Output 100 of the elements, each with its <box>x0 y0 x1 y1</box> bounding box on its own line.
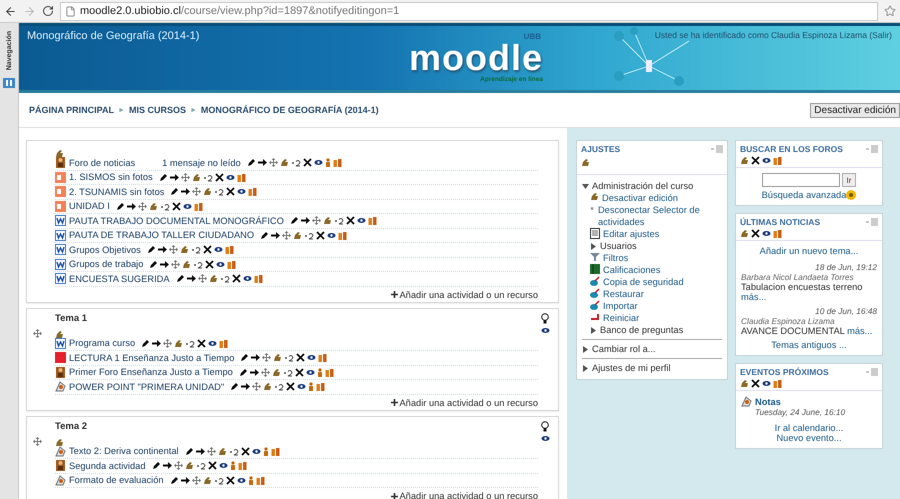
activity-link[interactable]: Segunda actividad <box>69 460 146 471</box>
calendar-link[interactable]: Nuevo evento... <box>776 433 842 443</box>
move-icon[interactable] <box>282 230 292 240</box>
lightbulb-icon[interactable] <box>541 420 549 432</box>
hand-icon[interactable] <box>218 446 227 456</box>
triangle-icon[interactable] <box>590 327 597 334</box>
eye-icon[interactable] <box>306 368 315 377</box>
hand-icon[interactable] <box>740 229 749 238</box>
activity-link[interactable]: Programa curso <box>69 338 136 348</box>
move-icon[interactable] <box>168 245 178 254</box>
hand-icon[interactable] <box>590 192 599 201</box>
eye-icon[interactable] <box>356 216 366 226</box>
hand-icon[interactable] <box>55 438 64 446</box>
delete-icon[interactable] <box>751 156 760 165</box>
pencil-icon[interactable] <box>290 216 299 226</box>
pencil-icon[interactable] <box>184 446 194 456</box>
move-icon[interactable] <box>138 202 147 211</box>
hand-icon[interactable] <box>293 230 302 240</box>
eye-icon[interactable] <box>208 338 218 348</box>
pencil-icon[interactable] <box>116 202 125 211</box>
hand-icon[interactable] <box>322 216 332 226</box>
hand-icon[interactable] <box>740 379 749 388</box>
delete-icon[interactable] <box>172 202 181 211</box>
dock-icon[interactable] <box>866 368 878 376</box>
activity-link[interactable]: Primer Foro Enseñanza Justo a Tiempo <box>69 367 233 378</box>
delete-icon[interactable] <box>226 476 235 485</box>
move-icon[interactable] <box>192 476 201 485</box>
eye-icon[interactable] <box>242 274 252 284</box>
delete-icon[interactable] <box>316 230 326 240</box>
calendar-link[interactable]: Ir al calendario... <box>774 423 844 433</box>
eye-icon[interactable] <box>307 353 316 362</box>
settings-item[interactable]: Desconectar Selector de actividades <box>598 204 722 228</box>
delete-icon[interactable] <box>751 379 760 388</box>
triangle-icon[interactable] <box>582 183 589 190</box>
settings-item[interactable]: Filtros <box>603 252 628 264</box>
help-icon[interactable] <box>846 190 856 200</box>
breadcrumb-link[interactable]: MIS CURSOS <box>128 105 186 115</box>
move-icon[interactable] <box>180 172 190 182</box>
triangle-icon[interactable] <box>590 243 597 250</box>
move-icon[interactable] <box>268 158 278 168</box>
delete-icon[interactable] <box>296 353 306 362</box>
eye-icon[interactable] <box>762 156 771 165</box>
dock-icon[interactable] <box>711 145 723 153</box>
delete-icon[interactable] <box>240 446 250 456</box>
star-icon[interactable] <box>884 5 896 17</box>
hand-icon[interactable] <box>55 330 64 338</box>
activity-link[interactable]: UNIDAD I <box>69 201 110 212</box>
arrow-icon[interactable] <box>300 216 310 226</box>
eye-icon[interactable] <box>327 230 336 240</box>
delete-icon[interactable] <box>294 368 304 377</box>
move-icon[interactable] <box>33 328 42 338</box>
delete-icon[interactable] <box>197 338 206 348</box>
delete-icon[interactable] <box>346 216 355 226</box>
move-icon[interactable] <box>198 274 207 284</box>
arrow-icon[interactable] <box>271 230 280 240</box>
settings-item[interactable]: Administración del curso <box>592 180 694 192</box>
settings-item[interactable]: Ajustes de mi perfil <box>592 362 671 374</box>
lightbulb-icon[interactable] <box>541 312 549 324</box>
more-link[interactable]: más... <box>741 292 766 302</box>
move-icon[interactable] <box>262 353 272 362</box>
person-icon[interactable] <box>230 461 236 470</box>
person-icon[interactable] <box>262 446 269 456</box>
dock-icon[interactable] <box>866 218 878 226</box>
move-icon[interactable] <box>174 461 182 470</box>
arrow-icon[interactable] <box>258 158 267 168</box>
eye-icon[interactable] <box>237 187 246 196</box>
activity-link[interactable]: ENCUESTA SUGERIDA <box>69 274 170 284</box>
settings-item[interactable]: Usuarios <box>600 240 637 252</box>
activity-link[interactable]: Grupos de trabajo <box>69 259 144 270</box>
add-activity-link[interactable]: Añadir una actividad o un recurso <box>391 290 538 300</box>
dock-icon[interactable] <box>866 145 878 153</box>
settings-item[interactable]: Calificaciones <box>603 264 660 276</box>
activity-link[interactable]: Texto 2: Deriva continental <box>69 446 179 456</box>
pencil-icon[interactable] <box>246 158 256 168</box>
person-icon[interactable] <box>308 382 314 392</box>
delete-icon[interactable] <box>286 382 296 392</box>
delete-icon[interactable] <box>205 260 214 269</box>
search-button[interactable]: Ir <box>842 173 856 187</box>
person-icon[interactable] <box>324 158 331 168</box>
settings-item[interactable]: Editar ajustes <box>603 228 660 240</box>
person-icon[interactable] <box>316 368 323 377</box>
back-icon[interactable] <box>4 4 17 18</box>
activity-link[interactable]: PAUTA DE TRABAJO TALLER CIUDADANO <box>69 230 254 240</box>
hand-icon[interactable] <box>208 274 218 284</box>
arrow-icon[interactable] <box>196 446 205 456</box>
move-icon[interactable] <box>312 216 321 226</box>
settings-item[interactable]: Cambiar rol a... <box>592 343 656 355</box>
plus-icon[interactable] <box>391 291 398 298</box>
activity-link[interactable]: Formato de evaluación <box>69 475 164 486</box>
eye-icon[interactable] <box>540 326 550 334</box>
breadcrumb-link[interactable]: PÁGINA PRINCIPAL <box>29 105 114 115</box>
eye-icon[interactable] <box>218 461 228 470</box>
eye-icon[interactable] <box>226 172 235 182</box>
pencil-icon[interactable] <box>260 230 270 240</box>
breadcrumb-link[interactable]: MONOGRÁFICO DE GEOGRAFÍA (2014-1) <box>200 105 379 115</box>
plus-icon[interactable] <box>391 399 398 406</box>
person-icon[interactable] <box>248 476 254 485</box>
activity-link[interactable]: 1. SISMOS sin fotos <box>69 172 153 182</box>
edit-mode-button[interactable]: Desactivar edición <box>810 102 900 118</box>
logout-link[interactable]: (Salir) <box>869 30 892 40</box>
